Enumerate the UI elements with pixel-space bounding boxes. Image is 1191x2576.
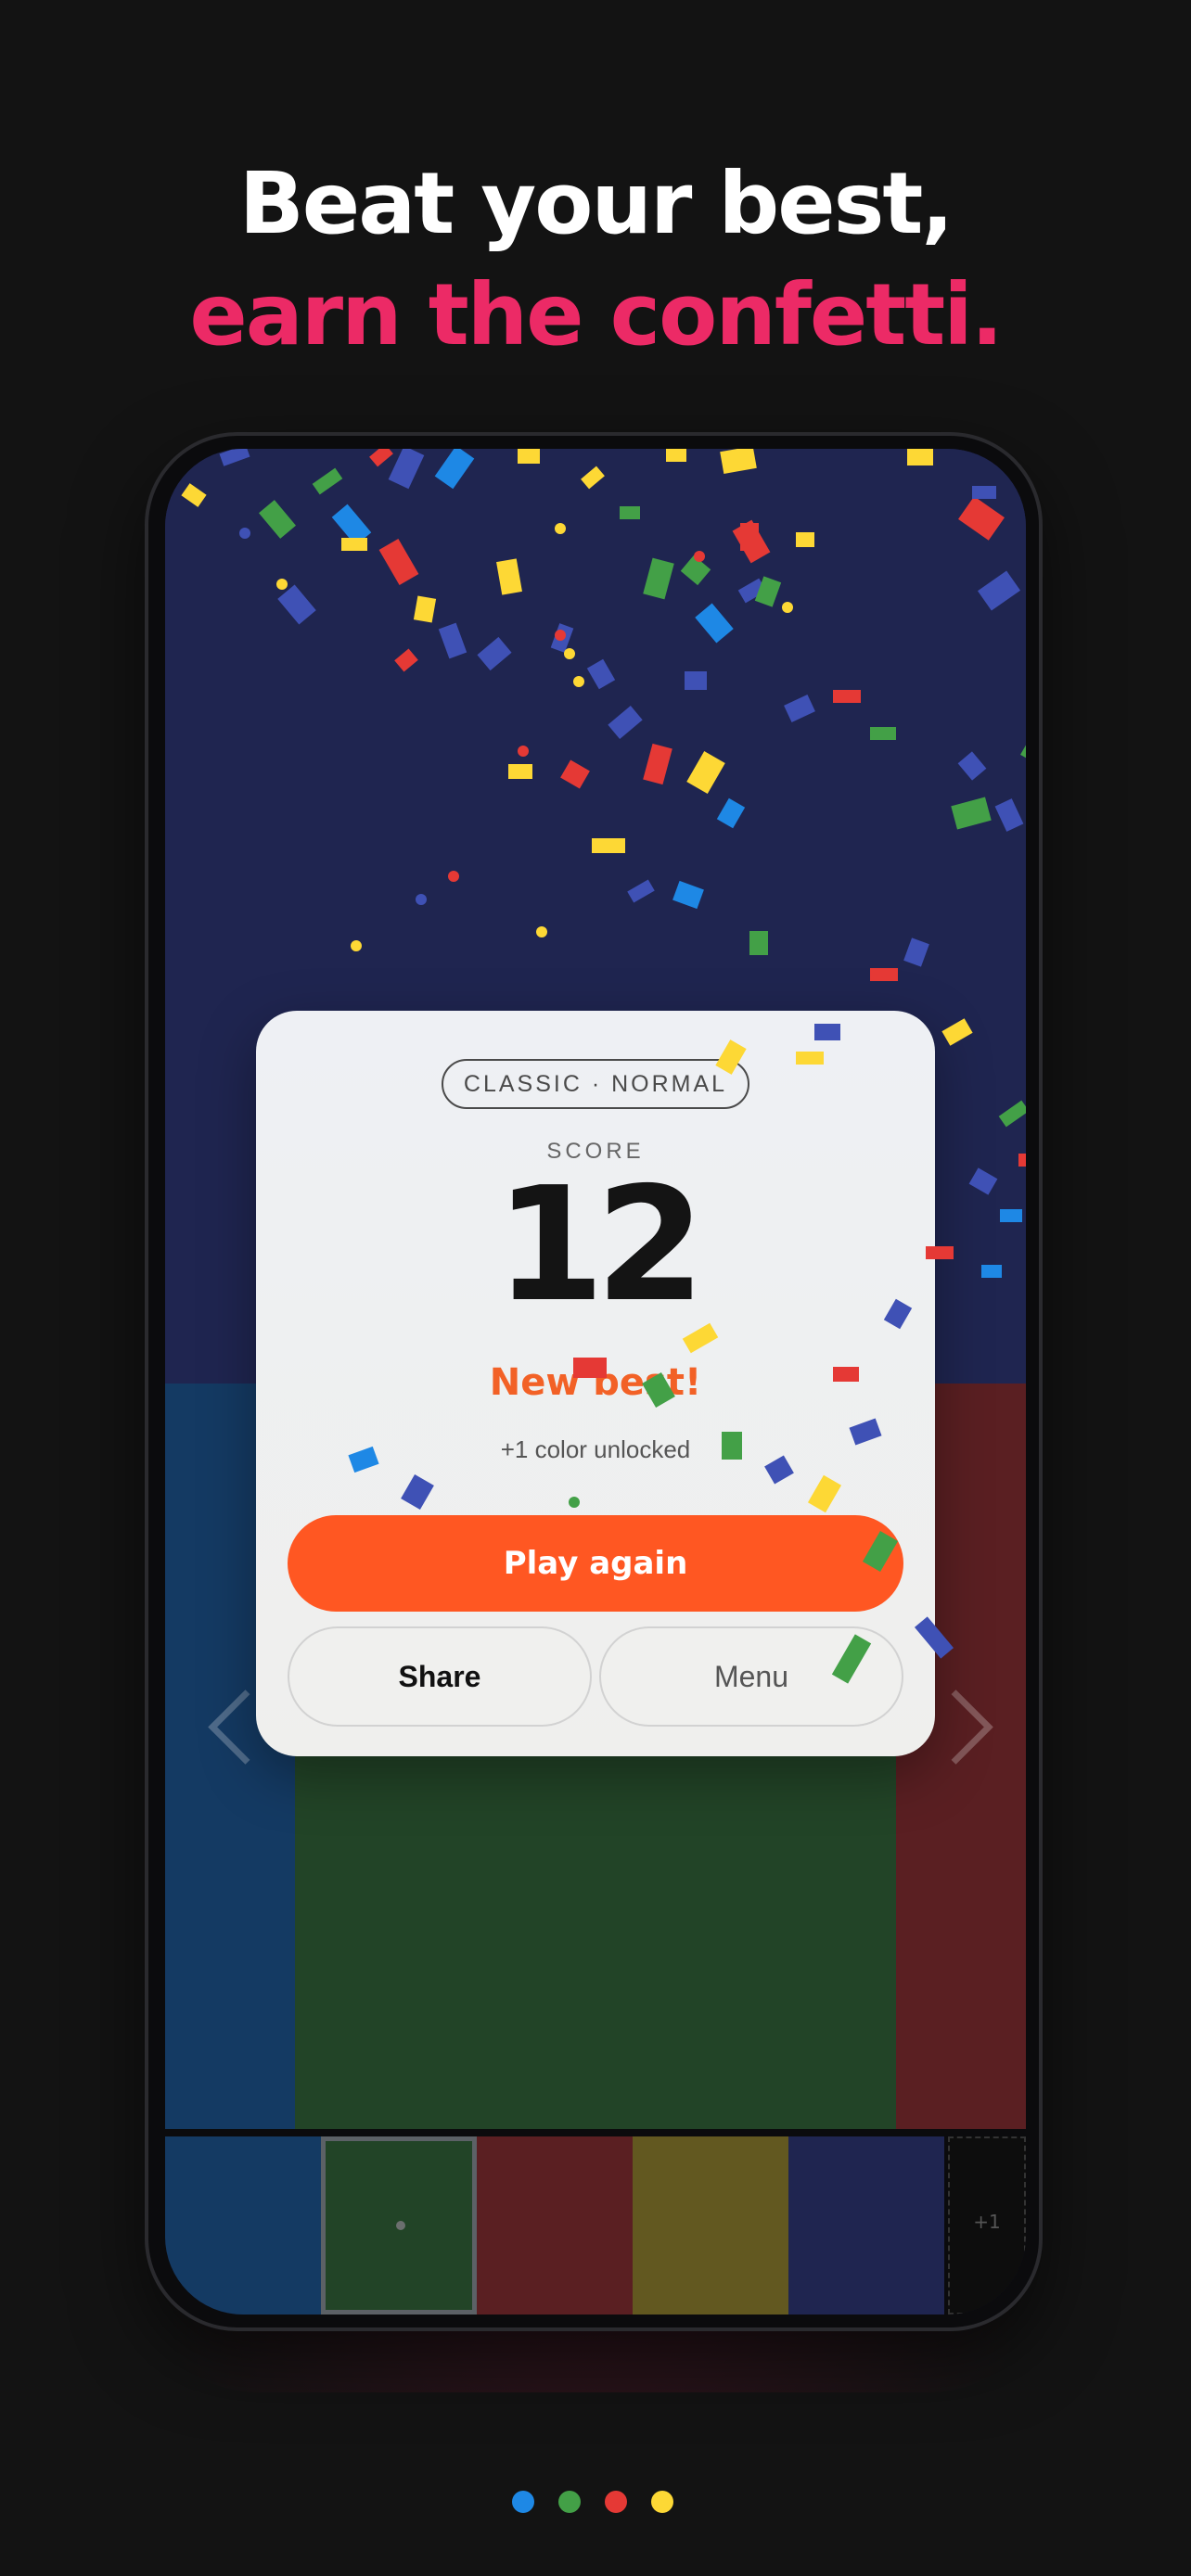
swatch-indigo[interactable] [788, 2136, 944, 2315]
swatch-yellow[interactable] [633, 2136, 788, 2315]
page-dot[interactable] [651, 2491, 673, 2513]
play-again-button[interactable]: Play again [288, 1515, 903, 1612]
selected-dot-icon [396, 2221, 405, 2230]
menu-button[interactable]: Menu [599, 1626, 903, 1727]
page-dot[interactable] [605, 2491, 627, 2513]
headline-line-2: earn the confetti. [189, 265, 1003, 364]
phone-screen: +1 CLASSIC · NORMAL SCORE 12 New best! +… [165, 449, 1026, 2315]
unlock-text: +1 color unlocked [500, 1435, 691, 1463]
mode-badge: CLASSIC · NORMAL [442, 1059, 749, 1109]
swatch-blue[interactable] [165, 2136, 321, 2315]
result-card: CLASSIC · NORMAL SCORE 12 New best! +1 c… [256, 1011, 935, 1756]
page-indicator [512, 2491, 679, 2513]
page-dot[interactable] [558, 2491, 581, 2513]
page-dot[interactable] [512, 2491, 534, 2513]
swatch-locked[interactable]: +1 [948, 2136, 1026, 2315]
share-button[interactable]: Share [288, 1626, 592, 1727]
locked-swatch-label: +1 [973, 2211, 1001, 2233]
new-best-label: New best! [489, 1361, 702, 1404]
score-value: 12 [494, 1154, 706, 1337]
color-swatch-bar: +1 [165, 2129, 1026, 2315]
swatch-green-selected[interactable] [321, 2136, 477, 2315]
headline-line-1: Beat your best, [238, 154, 954, 253]
swatch-red[interactable] [477, 2136, 633, 2315]
headline: Beat your best, earn the confetti. [0, 148, 1191, 371]
